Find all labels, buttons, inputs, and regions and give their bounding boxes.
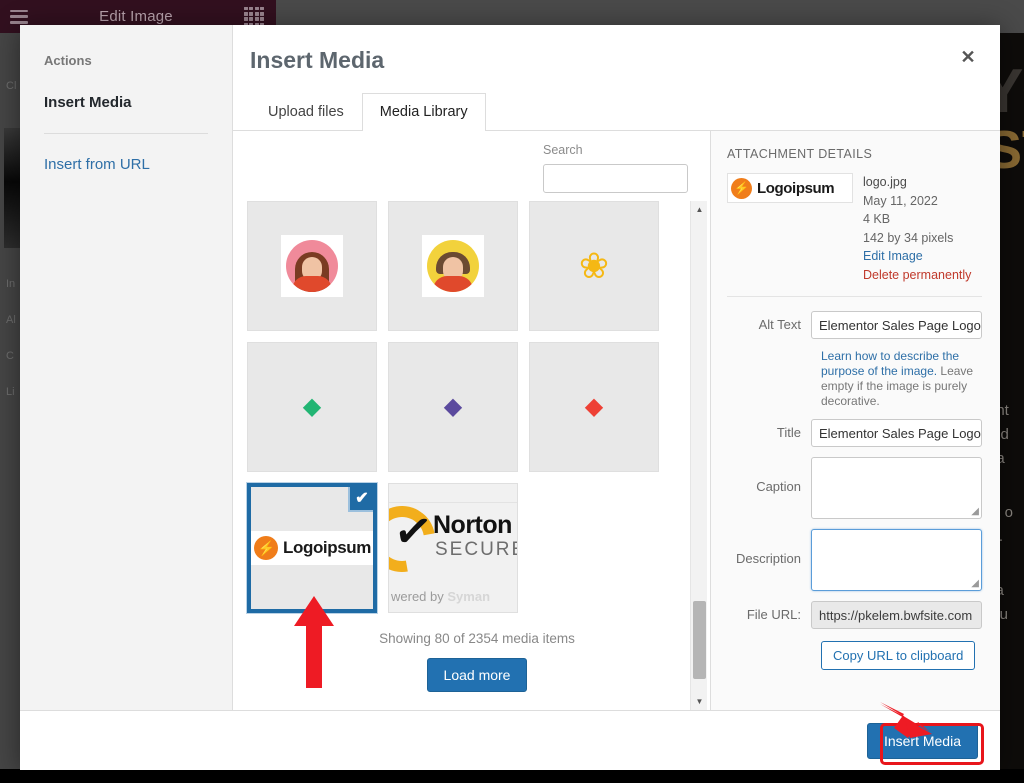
selected-check-icon[interactable]: ✔ [348, 484, 376, 512]
alt-text-helper: Learn how to describe the purpose of the… [821, 349, 982, 409]
red-flame-icon: ◆ [585, 395, 603, 419]
resize-grip-icon[interactable]: ◢ [971, 578, 979, 589]
description-field[interactable]: ◢ [811, 529, 982, 591]
modal-footer: Insert Media [20, 710, 1000, 770]
description-label: Description [727, 529, 811, 566]
attachment-summary: ⚡ Logoipsum logo.jpg May 11, 2022 4 KB 1… [727, 173, 982, 284]
search-label: Search [543, 143, 688, 157]
green-flame-icon: ◆ [303, 395, 321, 419]
media-item-award-badge[interactable]: ❀ [529, 201, 659, 331]
media-item-man-portrait[interactable] [388, 201, 518, 331]
showing-count-text: Showing 80 of 2354 media items [244, 631, 710, 646]
alt-text-field[interactable]: Elementor Sales Page Logo [811, 311, 982, 339]
media-item-norton-secured[interactable]: ✓ Norton SECURE wered by Syman [388, 483, 518, 613]
media-grid: ❀ ◆ ◆ ◆ [244, 201, 710, 613]
title-field[interactable]: Elementor Sales Page Logo [811, 419, 982, 447]
divider [727, 296, 982, 297]
resize-grip-icon[interactable]: ◢ [971, 506, 979, 517]
copy-url-button[interactable]: Copy URL to clipboard [821, 641, 975, 670]
insert-media-modal: Actions Insert Media Insert from URL Ins… [20, 25, 1000, 770]
description-row: Description ◢ [727, 529, 982, 591]
tab-media-library[interactable]: Media Library [362, 93, 486, 131]
bolt-icon: ⚡ [731, 178, 752, 199]
caption-row: Caption ◢ [727, 457, 982, 519]
sidebar-item-insert-media[interactable]: Insert Media [44, 94, 208, 134]
actions-sidebar: Actions Insert Media Insert from URL [20, 25, 233, 710]
media-item-purple-flame[interactable]: ◆ [388, 342, 518, 472]
scroll-up-arrow-icon[interactable]: ▲ [691, 201, 708, 218]
delete-permanently-link[interactable]: Delete permanently [863, 266, 971, 285]
file-url-row: File URL: https://pkelem.bwfsite.com [727, 601, 982, 629]
logoipsum-thumbnail-image: ⚡ Logoipsum [251, 531, 373, 565]
award-badge-icon: ❀ [579, 248, 609, 284]
media-item-red-flame[interactable]: ◆ [529, 342, 659, 472]
tab-upload-files[interactable]: Upload files [250, 93, 362, 131]
norton-secure-text: SECURE [435, 539, 517, 561]
attachment-date: May 11, 2022 [863, 192, 971, 211]
actions-heading: Actions [44, 53, 208, 68]
norton-powered-text: wered by Syman [391, 589, 490, 604]
logoipsum-label: Logoipsum [283, 538, 371, 558]
page-title: Insert Media [250, 47, 1000, 74]
media-grid-footer: Showing 80 of 2354 media items Load more [244, 613, 710, 692]
scrollbar-thumb[interactable] [693, 601, 706, 679]
attachment-thumbnail: ⚡ Logoipsum [727, 173, 853, 203]
alt-text-label: Alt Text [727, 311, 811, 332]
title-label: Title [727, 419, 811, 440]
bg-left-label-3: C [6, 350, 14, 362]
attachment-details-heading: ATTACHMENT DETAILS [727, 147, 982, 161]
title-row: Title Elementor Sales Page Logo [727, 419, 982, 447]
modal-tabs: Upload files Media Library [250, 92, 1000, 130]
norton-thumbnail-image: ✓ Norton SECURE wered by Syman [389, 484, 517, 612]
attachment-filename: logo.jpg [863, 173, 971, 192]
media-grid-pane: Search [233, 131, 711, 710]
bg-left-label-0: Cl [6, 80, 16, 92]
media-grid-scrollbar[interactable]: ▲ ▼ [690, 201, 707, 710]
content-region: Search [233, 131, 1000, 710]
attachment-details-pane: ATTACHMENT DETAILS ⚡ Logoipsum logo.jpg … [711, 131, 1000, 710]
grid-icon[interactable] [244, 7, 264, 27]
file-url-field[interactable]: https://pkelem.bwfsite.com [811, 601, 982, 629]
file-url-label: File URL: [727, 601, 811, 622]
hamburger-icon[interactable] [10, 10, 28, 24]
norton-wordmark: Norton [433, 511, 512, 540]
scroll-down-arrow-icon[interactable]: ▼ [691, 693, 708, 710]
media-item-woman-portrait[interactable] [247, 201, 377, 331]
attachment-thumbnail-label: Logoipsum [757, 180, 834, 197]
search-wrapper: Search [543, 143, 688, 193]
media-item-green-flame[interactable]: ◆ [247, 342, 377, 472]
search-input[interactable] [543, 164, 688, 193]
media-grid-scroll-area: ❀ ◆ ◆ ◆ [233, 201, 710, 710]
bg-left-label-4: Li [6, 386, 15, 398]
background-bottom-strip [0, 769, 1024, 783]
admin-bar-title: Edit Image [28, 8, 244, 25]
close-icon[interactable]: ✕ [950, 39, 986, 75]
attachment-metadata: logo.jpg May 11, 2022 4 KB 142 by 34 pix… [863, 173, 971, 284]
attachment-dimensions: 142 by 34 pixels [863, 229, 971, 248]
search-row: Search [233, 131, 710, 201]
modal-main-column: Insert Media ✕ Upload files Media Librar… [233, 25, 1000, 710]
media-item-logoipsum[interactable]: ⚡ Logoipsum ✔ [247, 483, 377, 613]
thumbnail-frame [281, 235, 343, 297]
purple-flame-icon: ◆ [444, 395, 462, 419]
alt-text-row: Alt Text Elementor Sales Page Logo [727, 311, 982, 339]
bg-left-label-1: In [6, 278, 15, 290]
caption-label: Caption [727, 457, 811, 494]
woman-portrait-icon [286, 240, 338, 292]
bg-left-label-2: Al [6, 314, 16, 326]
thumbnail-frame [422, 235, 484, 297]
modal-header: Insert Media ✕ Upload files Media Librar… [233, 25, 1000, 131]
attachment-filesize: 4 KB [863, 210, 971, 229]
sidebar-item-insert-from-url[interactable]: Insert from URL [44, 156, 208, 173]
insert-media-button[interactable]: Insert Media [867, 723, 978, 759]
edit-image-link[interactable]: Edit Image [863, 247, 971, 266]
bolt-icon: ⚡ [254, 536, 278, 560]
load-more-button[interactable]: Load more [427, 658, 528, 692]
modal-body: Actions Insert Media Insert from URL Ins… [20, 25, 1000, 710]
norton-check-icon: ✓ [391, 506, 436, 557]
caption-field[interactable]: ◢ [811, 457, 982, 519]
man-portrait-icon [427, 240, 479, 292]
